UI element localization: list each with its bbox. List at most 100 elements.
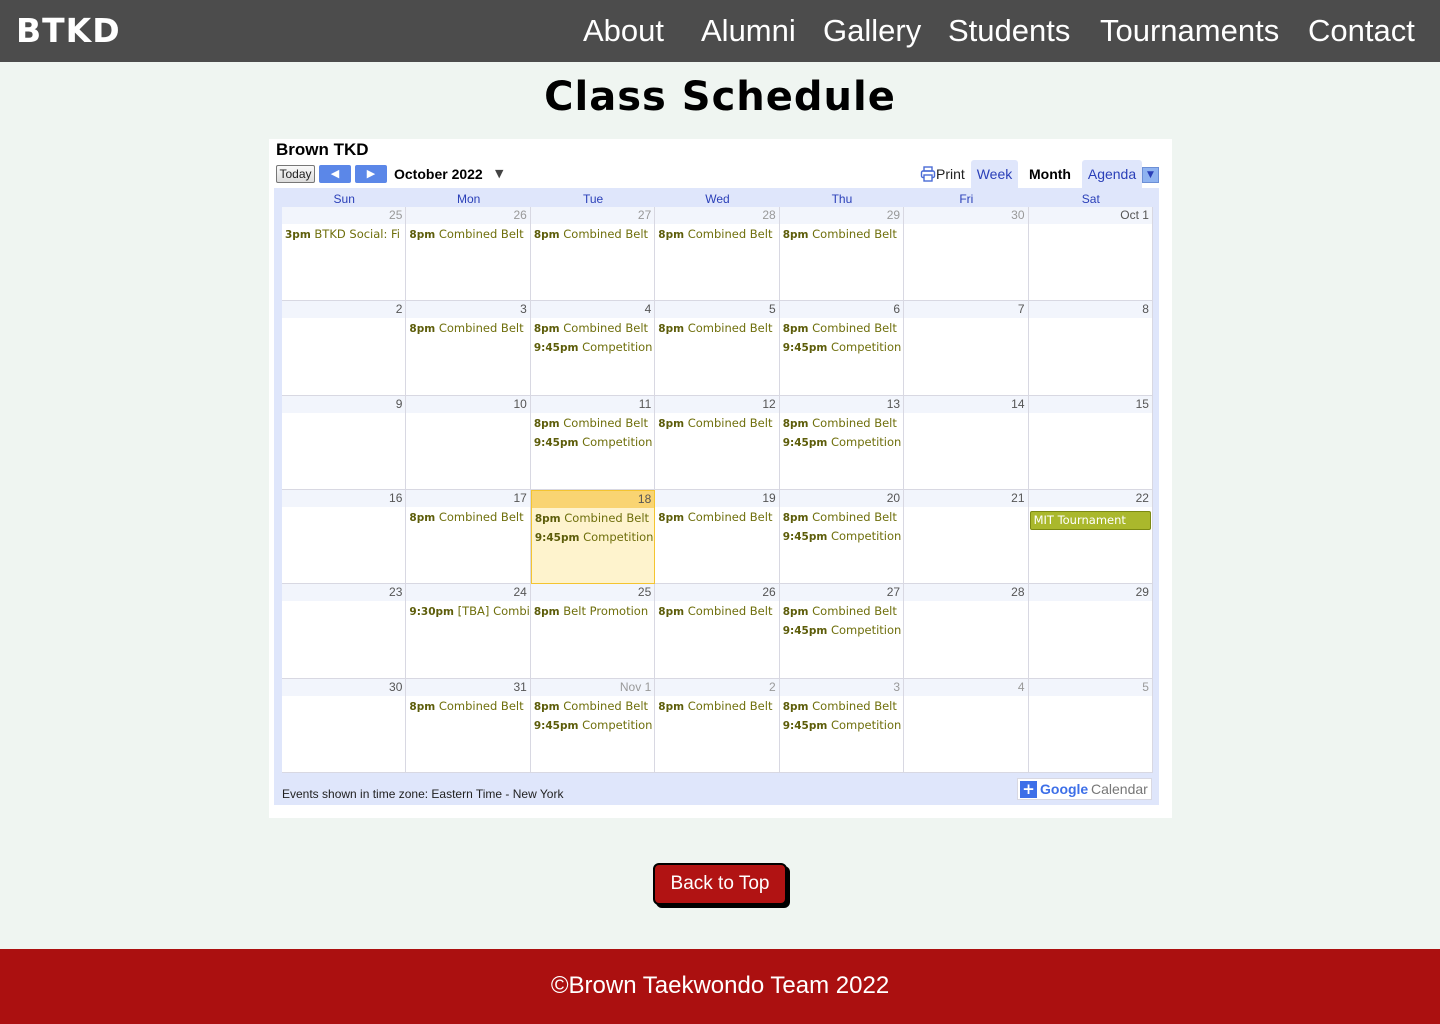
day-number[interactable]: 10: [513, 397, 526, 412]
day-number[interactable]: 5: [1142, 680, 1149, 695]
calendar-day-cell[interactable]: 27 8pm Combined Belt 9:45pm Competition: [779, 584, 905, 679]
calendar-day-cell[interactable]: 15: [1028, 395, 1153, 490]
calendar-event[interactable]: 8pm Combined Belt: [783, 226, 897, 243]
calendar-event[interactable]: 8pm Combined Belt: [409, 698, 523, 715]
calendar-event[interactable]: 9:45pm Competition: [534, 717, 653, 734]
nav-link-students[interactable]: Students: [948, 11, 1070, 51]
day-number[interactable]: 15: [1136, 397, 1149, 412]
plus-icon[interactable]: +: [1020, 781, 1037, 798]
calendar-event[interactable]: 8pm Combined Belt: [658, 226, 772, 243]
calendar-event[interactable]: 8pm Combined Belt: [658, 509, 772, 526]
day-number[interactable]: 26: [762, 585, 775, 600]
calendar-day-cell[interactable]: 6 8pm Combined Belt 9:45pm Competition: [779, 301, 905, 396]
calendar-day-cell[interactable]: 16: [282, 489, 407, 585]
calendar-day-cell[interactable]: 4: [904, 678, 1029, 773]
calendar-event[interactable]: 9:45pm Competition: [783, 717, 902, 734]
calendar-day-cell[interactable]: 29: [1028, 584, 1153, 679]
calendar-day-cell[interactable]: 11 8pm Combined Belt 9:45pm Competition: [530, 395, 656, 490]
day-number[interactable]: 5: [769, 302, 776, 317]
calendar-day-cell[interactable]: 27 8pm Combined Belt: [530, 207, 656, 302]
calendar-event[interactable]: 8pm Combined Belt: [409, 509, 523, 526]
day-number[interactable]: 28: [1011, 585, 1024, 600]
day-number[interactable]: 19: [762, 491, 775, 506]
calendar-event[interactable]: 8pm Combined Belt: [783, 509, 897, 526]
calendar-day-cell[interactable]: 17 8pm Combined Belt: [406, 489, 531, 585]
day-number[interactable]: 9: [396, 397, 403, 412]
day-number[interactable]: 18: [638, 492, 651, 507]
calendar-event[interactable]: 8pm Combined Belt: [534, 320, 648, 337]
calendar-day-cell[interactable]: 24 9:30pm [TBA] Combi: [406, 584, 531, 679]
calendar-day-cell[interactable]: 21: [904, 489, 1029, 585]
calendar-day-cell[interactable]: Oct 1: [1028, 207, 1153, 302]
nav-link-contact[interactable]: Contact: [1308, 11, 1415, 51]
calendar-event[interactable]: 8pm Combined Belt: [535, 510, 649, 527]
calendar-event[interactable]: 9:45pm Competition: [534, 339, 653, 356]
day-number[interactable]: 30: [389, 680, 402, 695]
tab-month[interactable]: Month: [1022, 160, 1078, 188]
day-number[interactable]: 20: [887, 491, 900, 506]
nav-link-about[interactable]: About: [583, 11, 664, 51]
day-number[interactable]: 13: [887, 397, 900, 412]
prev-month-button[interactable]: ◀: [319, 165, 351, 183]
today-button[interactable]: Today: [276, 165, 315, 183]
calendar-day-cell[interactable]: 30: [282, 678, 407, 773]
day-number[interactable]: 3: [520, 302, 527, 317]
day-number[interactable]: 28: [762, 208, 775, 223]
calendar-event[interactable]: 8pm Combined Belt: [783, 320, 897, 337]
calendar-day-cell[interactable]: 28 8pm Combined Belt: [655, 207, 780, 302]
calendar-day-cell[interactable]: 19 8pm Combined Belt: [655, 489, 780, 585]
calendar-event[interactable]: 8pm Combined Belt: [658, 320, 772, 337]
calendar-day-cell[interactable]: 25 8pm Belt Promotion: [530, 584, 656, 679]
day-number[interactable]: 31: [513, 680, 526, 695]
day-number[interactable]: 7: [1018, 302, 1025, 317]
chevron-down-icon[interactable]: ▼: [495, 164, 503, 184]
back-to-top-button[interactable]: Back to Top: [653, 863, 787, 905]
calendar-event[interactable]: 9:30pm [TBA] Combi: [409, 603, 529, 620]
calendar-event[interactable]: 8pm Combined Belt: [409, 320, 523, 337]
day-number[interactable]: 25: [389, 208, 402, 223]
next-month-button[interactable]: ▶: [355, 165, 387, 183]
day-number[interactable]: 2: [396, 302, 403, 317]
calendar-day-cell[interactable]: 29 8pm Combined Belt: [779, 207, 905, 302]
day-number[interactable]: 4: [645, 302, 652, 317]
nav-link-gallery[interactable]: Gallery: [823, 11, 921, 51]
calendar-event[interactable]: 8pm Belt Promotion: [534, 603, 648, 620]
calendar-day-cell[interactable]: 20 8pm Combined Belt 9:45pm Competition: [779, 489, 905, 585]
calendar-day-cell-today[interactable]: 18 8pm Combined Belt 9:45pm Competition: [530, 489, 656, 585]
calendar-day-cell[interactable]: 22 MIT Tournament: [1028, 489, 1153, 585]
day-number[interactable]: 27: [638, 208, 651, 223]
calendar-day-cell[interactable]: 9: [282, 395, 407, 490]
day-number[interactable]: 30: [1011, 208, 1024, 223]
calendar-day-cell[interactable]: 31 8pm Combined Belt: [406, 678, 531, 773]
calendar-event[interactable]: 8pm Combined Belt: [783, 603, 897, 620]
day-number[interactable]: 29: [887, 208, 900, 223]
calendar-event[interactable]: 9:45pm Competition: [783, 622, 902, 639]
day-number[interactable]: 23: [389, 585, 402, 600]
calendar-day-cell[interactable]: 4 8pm Combined Belt 9:45pm Competition: [530, 301, 656, 396]
day-number[interactable]: 4: [1018, 680, 1025, 695]
calendar-event[interactable]: 8pm Combined Belt: [783, 415, 897, 432]
print-button[interactable]: Print: [936, 164, 965, 184]
calendar-day-cell[interactable]: 14: [904, 395, 1029, 490]
calendar-event[interactable]: 9:45pm Competition: [783, 434, 902, 451]
calendar-day-cell[interactable]: 10: [406, 395, 531, 490]
day-number[interactable]: 29: [1136, 585, 1149, 600]
day-number[interactable]: 6: [893, 302, 900, 317]
day-number[interactable]: 8: [1142, 302, 1149, 317]
calendar-day-cell[interactable]: 13 8pm Combined Belt 9:45pm Competition: [779, 395, 905, 490]
calendar-day-cell[interactable]: 28: [904, 584, 1029, 679]
day-number[interactable]: 16: [389, 491, 402, 506]
calendar-day-cell[interactable]: 3 8pm Combined Belt: [406, 301, 531, 396]
calendar-event[interactable]: 8pm Combined Belt: [534, 226, 648, 243]
day-number[interactable]: 2: [769, 680, 776, 695]
day-number[interactable]: 24: [513, 585, 526, 600]
google-calendar-badge[interactable]: + Google Calendar: [1017, 778, 1152, 800]
day-number[interactable]: 17: [513, 491, 526, 506]
all-day-event[interactable]: MIT Tournament: [1029, 510, 1151, 530]
day-number[interactable]: Oct 1: [1120, 208, 1149, 223]
calendar-day-cell[interactable]: 7: [904, 301, 1029, 396]
tab-week[interactable]: Week: [971, 160, 1018, 188]
calendar-event[interactable]: 9:45pm Competition: [535, 529, 654, 546]
nav-link-tournaments[interactable]: Tournaments: [1100, 11, 1279, 51]
calendar-day-cell[interactable]: 25 3pm BTKD Social: Fi: [282, 207, 407, 302]
